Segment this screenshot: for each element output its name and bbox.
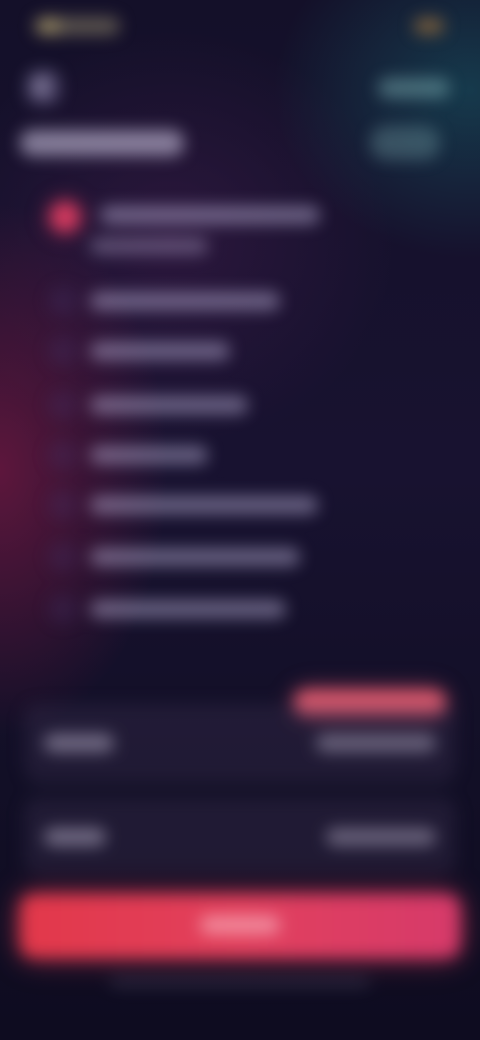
option-label [90, 548, 300, 566]
battery-icon [414, 18, 444, 34]
option-1[interactable] [40, 194, 340, 264]
divider [30, 784, 450, 786]
cta-label [200, 916, 280, 934]
radio-icon [48, 390, 78, 420]
status-bar [0, 0, 480, 52]
option-2[interactable] [40, 280, 340, 320]
radio-icon [48, 336, 78, 366]
option-label [100, 206, 320, 224]
option-label [90, 446, 208, 464]
option-6[interactable] [40, 484, 340, 524]
option-label [90, 600, 286, 618]
option-8[interactable] [40, 588, 340, 628]
radio-icon [48, 490, 78, 520]
row-label [44, 734, 114, 752]
back-button[interactable] [26, 70, 60, 104]
header-action-button[interactable] [378, 78, 450, 98]
option-4[interactable] [40, 384, 340, 424]
row-value [316, 734, 436, 752]
option-sublabel [90, 238, 208, 254]
option-label [90, 396, 248, 414]
option-5[interactable] [40, 434, 340, 474]
radio-icon [48, 594, 78, 624]
row-label [44, 828, 106, 846]
radio-icon [48, 440, 78, 470]
option-label [90, 496, 318, 514]
screen [0, 0, 480, 1040]
row-value [326, 828, 436, 846]
status-time [34, 17, 120, 35]
radio-icon [48, 286, 78, 316]
blurred-content [0, 0, 480, 1040]
page-title [20, 130, 184, 156]
radio-icon [48, 542, 78, 572]
option-label [90, 342, 230, 360]
summary-row-2 [24, 798, 456, 874]
title-badge [370, 126, 440, 160]
primary-cta-button[interactable] [20, 894, 460, 958]
radio-selected-icon [50, 202, 80, 232]
option-3[interactable] [40, 330, 340, 370]
option-7[interactable] [40, 536, 340, 576]
summary-row-1 [24, 704, 456, 780]
option-label [90, 292, 280, 310]
chevron-left-icon [35, 77, 54, 96]
footnote [110, 976, 370, 988]
